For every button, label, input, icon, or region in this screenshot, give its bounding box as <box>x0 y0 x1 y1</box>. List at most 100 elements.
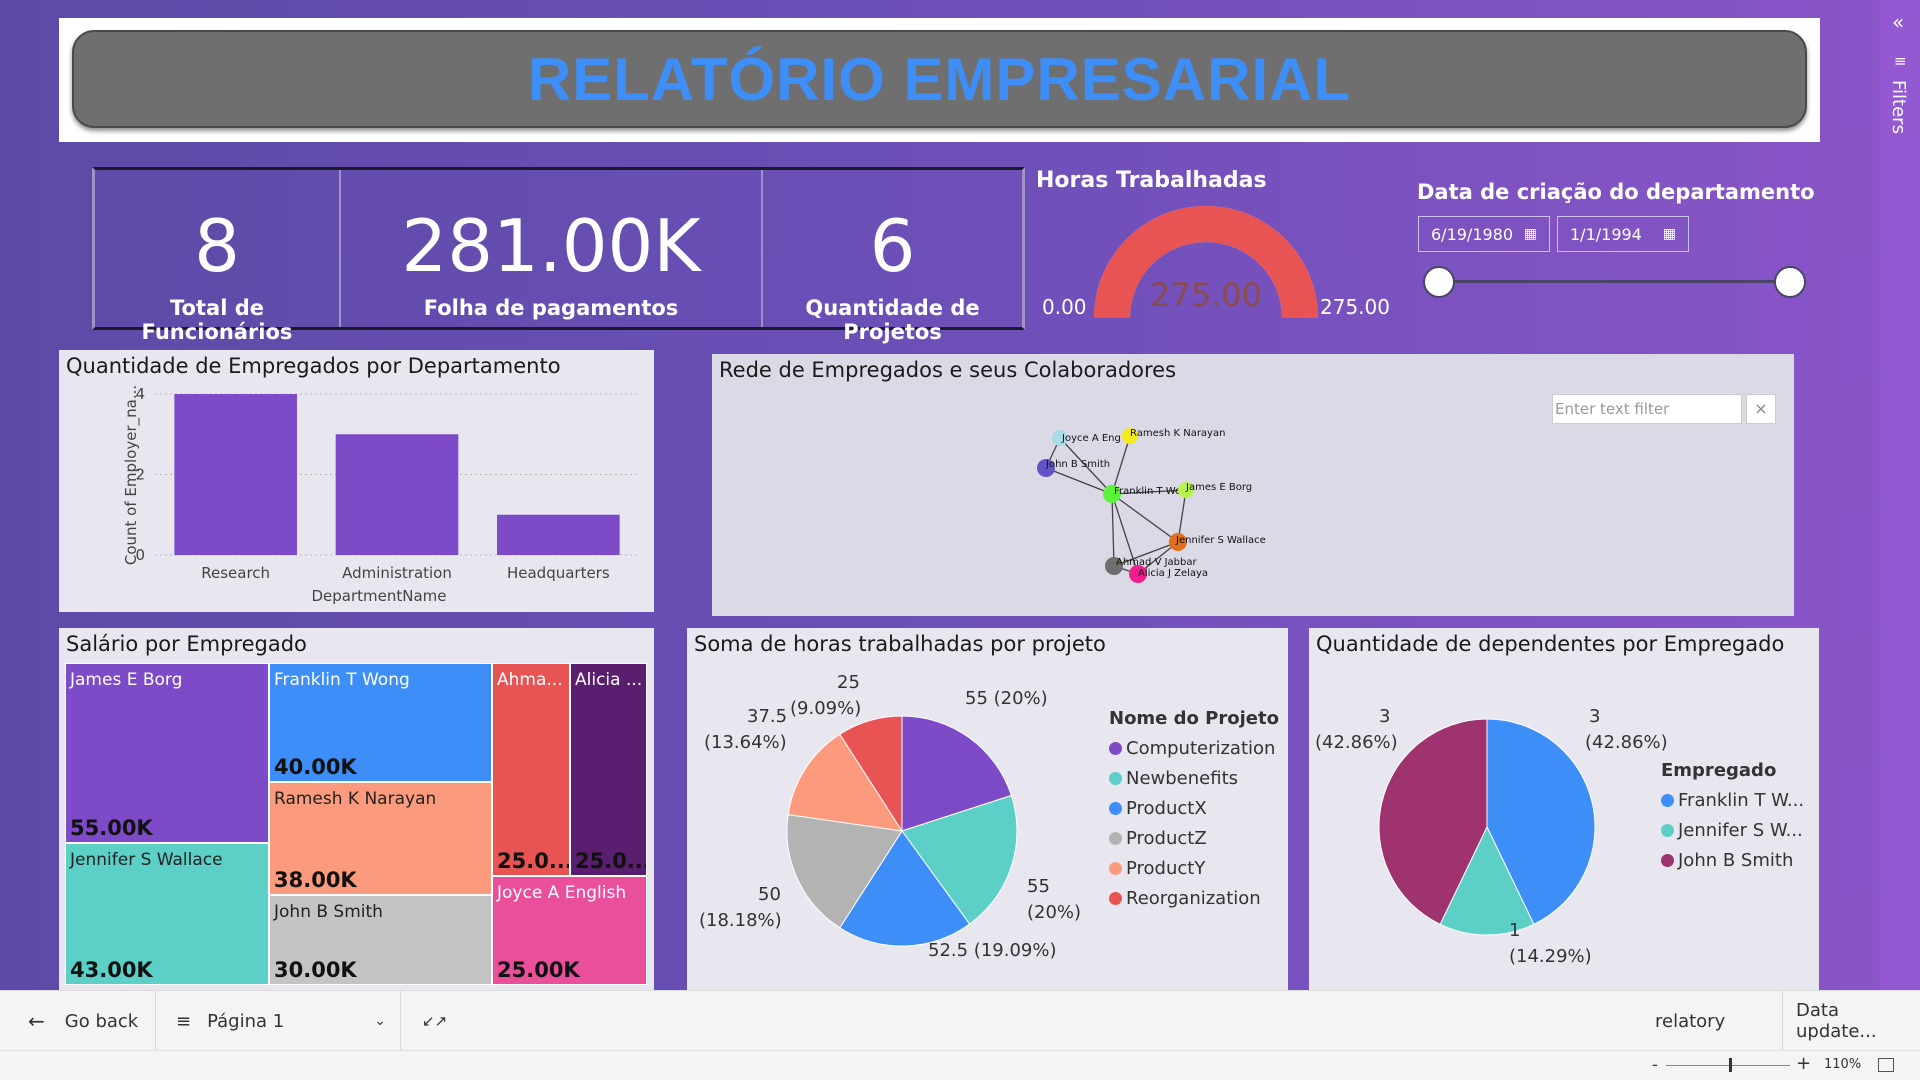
legend-dot <box>1109 772 1122 785</box>
legend-dot <box>1109 832 1122 845</box>
status-bar: - + 110% <box>0 1050 1920 1080</box>
legend-item[interactable]: Computerization <box>1109 738 1279 759</box>
legend-label: ProductY <box>1126 858 1206 879</box>
report-name: relatory <box>1655 1010 1726 1032</box>
end-date-handle[interactable] <box>1774 266 1806 298</box>
treemap-cell-value: 40.00K <box>274 755 357 779</box>
y-tick-label: 0 <box>135 546 145 564</box>
treemap-cell[interactable]: John B Smith 30.00K <box>269 895 492 985</box>
treemap-cell-value: 25.00K <box>497 958 580 982</box>
x-tick-label: Administration <box>342 564 452 582</box>
legend-dot <box>1109 802 1122 815</box>
treemap-cell[interactable]: Ramesh K Narayan 38.00K <box>269 782 492 895</box>
bar-chart-card: Quantidade de Empregados por Departament… <box>59 350 654 612</box>
gauge-max: 275.00 <box>1320 295 1390 319</box>
pie-data-label: 50 <box>758 884 781 905</box>
network-node-label: Ramesh K Narayan <box>1130 428 1225 439</box>
treemap-cell[interactable]: Jennifer S Wallace 43.00K <box>65 843 269 985</box>
legend-label: Reorganization <box>1126 888 1261 909</box>
treemap-cell[interactable]: Joyce A English 25.00K <box>492 876 647 985</box>
salary-treemap[interactable]: James E Borg 55.00K Franklin T Wong 40.0… <box>65 663 647 985</box>
divider <box>400 991 401 1051</box>
data-updated[interactable]: Data update... <box>1796 991 1920 1051</box>
legend-label: John B Smith <box>1678 850 1794 871</box>
pie-data-label: 55 (20%) <box>965 688 1048 709</box>
network-node-label: John B Smith <box>1045 459 1110 470</box>
pie-data-label: 55 <box>1027 876 1050 897</box>
legend-item[interactable]: John B Smith <box>1661 850 1804 871</box>
filter-icon[interactable]: ≡ <box>1894 52 1907 70</box>
zoom-slider-track[interactable] <box>1666 1065 1790 1066</box>
fit-to-page-icon[interactable] <box>1878 1058 1894 1072</box>
kpi-total-employees[interactable]: 8 Total de Funcionários <box>95 170 339 344</box>
filters-pane[interactable]: « ≡ Filters <box>1880 0 1920 990</box>
zoom-out-button[interactable]: - <box>1652 1055 1658 1074</box>
kpi-projects[interactable]: 6 Quantidade de Projetos <box>763 170 1022 344</box>
treemap-cell-value: 25.0... <box>497 849 570 873</box>
go-back-label: Go back <box>64 1010 139 1032</box>
start-date-input[interactable]: 6/19/1980 ▦ <box>1418 216 1550 252</box>
pie-data-label: (18.18%) <box>699 910 782 931</box>
zoom-slider-handle[interactable] <box>1729 1058 1732 1072</box>
filters-label[interactable]: Filters <box>1888 80 1909 134</box>
network-card: Rede de Empregados e seus Colaboradores … <box>712 354 1794 616</box>
pie-data-label: (20%) <box>1027 902 1082 923</box>
legend-dot <box>1661 794 1674 807</box>
kpi-value: 6 <box>869 204 916 288</box>
treemap-cell[interactable]: Alicia ... 25.0... <box>570 663 647 876</box>
legend-item[interactable]: Newbenefits <box>1109 768 1279 789</box>
treemap-cell-name: John B Smith <box>274 902 383 922</box>
start-date-handle[interactable] <box>1423 266 1455 298</box>
legend-dot <box>1661 854 1674 867</box>
treemap-cell-value: 25.0... <box>575 849 647 873</box>
treemap-cell-name: Ahma... <box>497 670 563 690</box>
treemap-cell[interactable]: Franklin T Wong 40.00K <box>269 663 492 782</box>
treemap-cell[interactable]: James E Borg 55.00K <box>65 663 269 843</box>
treemap-cell-name: Joyce A English <box>497 883 627 903</box>
legend-item[interactable]: ProductY <box>1109 858 1279 879</box>
dependents-pie-card: Quantidade de dependentes por Empregado … <box>1309 628 1819 990</box>
go-back-button[interactable]: ← Go back <box>28 991 138 1051</box>
exit-fullscreen-icon[interactable]: ↙↗ <box>422 991 447 1051</box>
chevron-left-icon[interactable]: « <box>1892 10 1904 34</box>
kpi-payroll[interactable]: 281.00K Folha de pagamentos <box>341 170 761 327</box>
treemap-cell-name: James E Borg <box>70 670 183 690</box>
end-date-input[interactable]: 1/1/1994 ▦ <box>1557 216 1689 252</box>
legend-title: Empregado <box>1661 760 1777 781</box>
end-date-value: 1/1/1994 <box>1570 224 1642 244</box>
legend-label: Franklin T W... <box>1678 790 1805 811</box>
treemap-cell-value: 38.00K <box>274 868 357 892</box>
pie-data-label: 3 <box>1589 706 1601 727</box>
x-axis-label: DepartmentName <box>311 587 446 605</box>
legend-item[interactable]: ProductX <box>1109 798 1279 819</box>
network-node-label: James E Borg <box>1185 482 1252 493</box>
divider <box>155 991 156 1051</box>
gauge-value: 275.00 <box>1150 276 1262 314</box>
network-graph[interactable]: Joyce A Eng Ramesh K Narayan John B Smit… <box>712 354 1794 616</box>
legend-item[interactable]: Franklin T W... <box>1661 790 1804 811</box>
bar-chart[interactable]: Count of Employer_na... 024 Research Admi… <box>59 350 654 612</box>
hours-gauge[interactable]: 275.00 <box>1086 198 1326 320</box>
bar[interactable] <box>497 514 620 555</box>
calendar-icon[interactable]: ▦ <box>1524 226 1537 242</box>
page-selector[interactable]: ≡ Página 1 ⌄ <box>176 991 386 1051</box>
legend-item[interactable]: Reorganization <box>1109 888 1279 909</box>
pie-data-label: (14.29%) <box>1509 946 1592 967</box>
network-node-label: Franklin T Wo <box>1114 486 1181 497</box>
pie-data-label: 37.5 <box>747 706 788 727</box>
treemap-cell[interactable]: Ahma... 25.0... <box>492 663 570 876</box>
legend-item[interactable]: ProductZ <box>1109 828 1279 849</box>
pie-data-label: (13.64%) <box>704 732 787 753</box>
kpi-value: 8 <box>194 204 240 288</box>
calendar-icon[interactable]: ▦ <box>1663 226 1676 242</box>
legend-dot <box>1109 742 1122 755</box>
legend-item[interactable]: Jennifer S W... <box>1661 820 1804 841</box>
divider <box>1782 991 1783 1051</box>
network-node-label: Alicia J Zelaya <box>1138 568 1208 579</box>
legend-label: ProductZ <box>1126 828 1207 849</box>
zoom-in-button[interactable]: + <box>1796 1053 1811 1074</box>
bottom-bar: ← Go back ≡ Página 1 ⌄ ↙↗ relatory Data … <box>0 990 1920 1051</box>
bar[interactable] <box>335 434 459 555</box>
treemap-cell-value: 30.00K <box>274 958 357 982</box>
bar[interactable] <box>174 394 297 555</box>
